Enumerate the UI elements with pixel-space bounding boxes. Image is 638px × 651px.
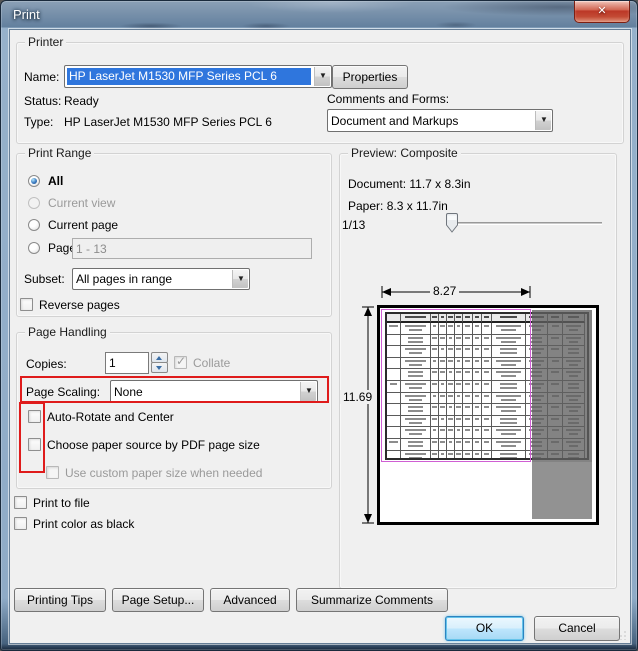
- annotation-rect-checkboxes: [19, 402, 45, 473]
- pages-radio[interactable]: [28, 242, 40, 254]
- collate-checkbox: ✓: [174, 356, 187, 369]
- vertical-arrow-icon: [361, 305, 375, 525]
- page-handling-group-label: Page Handling: [25, 325, 110, 339]
- printing-tips-button[interactable]: Printing Tips: [14, 588, 106, 612]
- close-icon: ✕: [575, 4, 629, 17]
- dropdown-arrow-zone[interactable]: ▼: [535, 111, 551, 130]
- preview-printable-outline: [381, 309, 531, 462]
- current-view-radio: [28, 197, 40, 209]
- copies-spinner: [151, 352, 168, 373]
- chevron-down-icon: ▼: [540, 115, 548, 124]
- properties-button[interactable]: Properties: [332, 65, 408, 89]
- comments-forms-select[interactable]: Document and Markups ▼: [327, 109, 553, 132]
- copies-label: Copies:: [26, 357, 67, 371]
- comments-forms-label: Comments and Forms:: [327, 92, 449, 106]
- all-radio-label[interactable]: All: [48, 174, 63, 188]
- reverse-pages-checkbox[interactable]: [20, 298, 33, 311]
- chevron-down-icon: ▼: [237, 274, 245, 283]
- printer-group-label: Printer: [25, 35, 66, 49]
- current-page-radio-label[interactable]: Current page: [48, 218, 118, 232]
- print-color-black-checkbox[interactable]: [14, 517, 27, 530]
- ok-button[interactable]: OK: [445, 616, 524, 641]
- printer-status-value: Ready: [64, 94, 99, 108]
- copies-input[interactable]: [105, 352, 149, 374]
- current-page-radio[interactable]: [28, 219, 40, 231]
- window-title: Print: [13, 7, 40, 22]
- subset-value: All pages in range: [76, 272, 229, 286]
- check-icon: ✓: [176, 354, 186, 368]
- print-to-file-checkbox[interactable]: [14, 496, 27, 509]
- print-range-group: Print Range: [16, 153, 332, 317]
- preview-page: [377, 305, 599, 525]
- spinner-down-button[interactable]: [151, 362, 168, 373]
- printer-name-value: HP LaserJet M1530 MFP Series PCL 6: [67, 68, 311, 85]
- print-to-file-label[interactable]: Print to file: [33, 496, 90, 510]
- page-setup-button[interactable]: Page Setup...: [112, 588, 204, 612]
- cancel-button[interactable]: Cancel: [534, 616, 620, 641]
- close-button[interactable]: ✕: [574, 1, 630, 23]
- arrow-up-icon: [156, 356, 162, 360]
- height-dimension-value: 11.69: [340, 390, 375, 404]
- advanced-button[interactable]: Advanced: [210, 588, 290, 612]
- auto-rotate-label[interactable]: Auto-Rotate and Center: [47, 410, 174, 424]
- printer-name-select[interactable]: HP LaserJet M1530 MFP Series PCL 6 ▼: [64, 65, 332, 88]
- current-view-radio-label: Current view: [48, 196, 115, 210]
- preview-group-label: Preview: Composite: [348, 146, 461, 160]
- print-range-group-label: Print Range: [25, 146, 94, 160]
- print-dialog-window: Print ✕ Printer Name: HP LaserJet M1530 …: [0, 0, 638, 651]
- radio-dot: [31, 178, 37, 184]
- summarize-comments-button[interactable]: Summarize Comments: [296, 588, 448, 612]
- annotation-rect-page-scaling: [20, 376, 329, 403]
- preview-paper-info: Paper: 8.3 x 11.7in: [348, 199, 448, 213]
- printer-status-label: Status:: [24, 94, 61, 108]
- pages-input[interactable]: [72, 238, 312, 259]
- title-bar[interactable]: Print: [1, 1, 637, 29]
- choose-paper-source-label[interactable]: Choose paper source by PDF page size: [47, 438, 260, 452]
- preview-page-slider-track[interactable]: [452, 222, 602, 225]
- dropdown-arrow-zone[interactable]: ▼: [314, 67, 330, 86]
- printer-type-label: Type:: [24, 115, 53, 129]
- chevron-down-icon: ▼: [319, 71, 327, 80]
- preview-page-slider-thumb[interactable]: [445, 212, 459, 234]
- dialog-client-area: Printer Name: HP LaserJet M1530 MFP Seri…: [9, 29, 631, 644]
- use-custom-paper-checkbox: [46, 466, 59, 479]
- width-dimension-value: 8.27: [430, 284, 459, 298]
- resize-grip[interactable]: [617, 630, 627, 640]
- dropdown-arrow-zone[interactable]: ▼: [232, 270, 248, 288]
- preview-document-info: Document: 11.7 x 8.3in: [348, 177, 471, 191]
- all-radio[interactable]: [28, 175, 40, 187]
- subset-label: Subset:: [24, 272, 65, 286]
- use-custom-paper-label: Use custom paper size when needed: [65, 466, 262, 480]
- width-dimension: 8.27: [380, 284, 532, 300]
- printer-name-label: Name:: [24, 70, 59, 84]
- comments-forms-value: Document and Markups: [331, 114, 532, 128]
- print-color-black-label[interactable]: Print color as black: [33, 517, 134, 531]
- preview-page-indicator: 1/13: [342, 218, 365, 232]
- collate-label: Collate: [193, 356, 230, 370]
- arrow-down-icon: [156, 366, 162, 370]
- preview-clipped-area: [532, 310, 592, 519]
- reverse-pages-label[interactable]: Reverse pages: [39, 298, 120, 312]
- subset-select[interactable]: All pages in range ▼: [72, 268, 250, 290]
- printer-type-value: HP LaserJet M1530 MFP Series PCL 6: [64, 115, 272, 129]
